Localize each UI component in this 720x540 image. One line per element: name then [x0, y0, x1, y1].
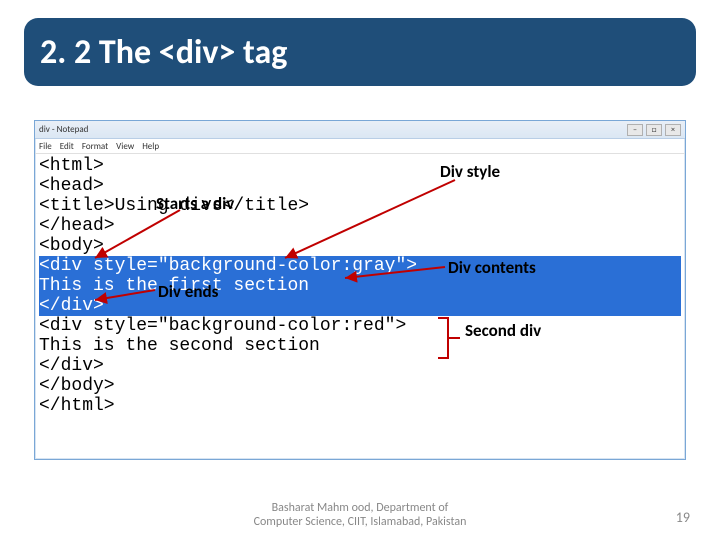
notepad-window: div - Notepad – □ × File Edit Format Vie…: [34, 120, 686, 460]
minimize-icon: –: [627, 124, 643, 136]
annotation-starts-a-div: Starts a div: [156, 193, 234, 214]
footer-credit: Basharat Mahm ood, Department of Compute…: [0, 502, 720, 530]
menu-help: Help: [142, 141, 159, 152]
slide-title-bar: 2. 2 The <div> tag: [24, 18, 696, 86]
close-icon: ×: [665, 124, 681, 136]
notepad-titlebar: div - Notepad – □ ×: [35, 121, 685, 139]
annotation-div-style: Div style: [440, 161, 500, 182]
annotation-second-div: Second div: [465, 320, 541, 341]
menu-format: Format: [82, 141, 108, 152]
credit-line1: Basharat Mahm ood, Department of: [0, 502, 720, 516]
annotation-div-contents: Div contents: [448, 257, 536, 278]
menu-view: View: [116, 141, 134, 152]
credit-line2: Computer Science, CIIT, Islamabad, Pakis…: [0, 516, 720, 530]
window-controls: – □ ×: [627, 124, 681, 136]
notepad-caption: div - Notepad: [39, 124, 88, 135]
maximize-icon: □: [646, 124, 662, 136]
menu-edit: Edit: [60, 141, 74, 152]
notepad-menubar: File Edit Format View Help: [35, 139, 685, 154]
annotation-div-ends: Div ends: [158, 281, 218, 302]
menu-file: File: [39, 141, 52, 152]
page-number: 19: [676, 509, 690, 526]
slide-title: 2. 2 The <div> tag: [40, 32, 287, 73]
code-area: <html> <head> <title>Using divs</title> …: [35, 154, 685, 418]
